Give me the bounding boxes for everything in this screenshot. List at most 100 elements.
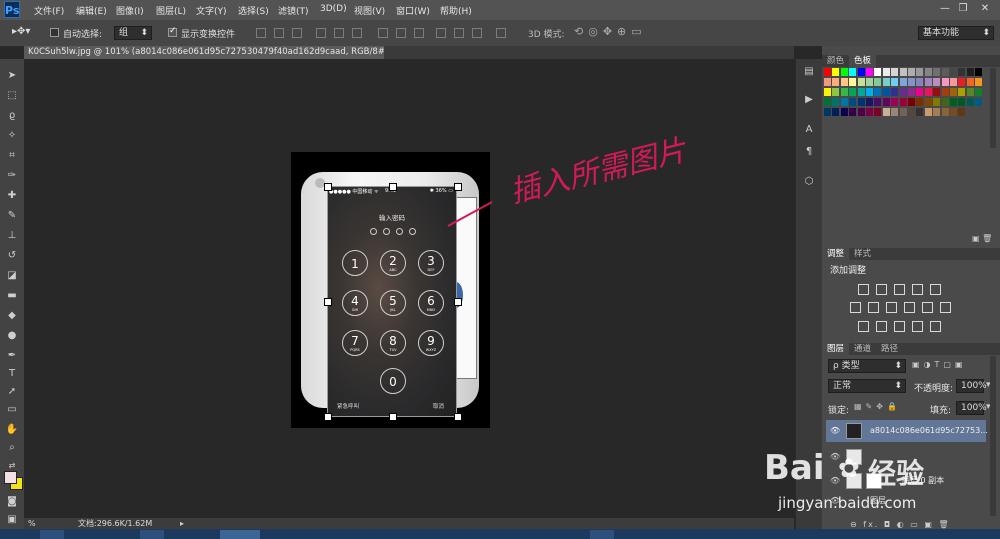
color-swatch[interactable] (924, 68, 932, 76)
color-swatch[interactable] (933, 108, 941, 116)
layer-row[interactable]: 👁 图层 0 副本 (826, 470, 986, 492)
opacity-input[interactable]: 100% (956, 379, 987, 393)
transform-handle-left[interactable] (324, 298, 332, 306)
color-swatch[interactable] (824, 88, 831, 96)
menu-type[interactable]: 文字(Y) (196, 4, 227, 17)
color-swatch[interactable] (941, 68, 949, 76)
color-swatch[interactable] (899, 88, 907, 96)
color-swatch[interactable] (849, 108, 857, 116)
color-swatch[interactable] (958, 78, 966, 86)
color-swatch[interactable] (941, 98, 949, 106)
exposure-adjust-icon[interactable] (912, 284, 923, 295)
color-swatch[interactable] (924, 88, 932, 96)
distribute-bottom-icon[interactable] (414, 28, 424, 38)
color-swatch[interactable] (899, 108, 907, 116)
color-swatch[interactable] (908, 98, 915, 106)
color-swatch[interactable] (908, 68, 915, 76)
color-swatch[interactable] (882, 78, 890, 86)
restore-icon[interactable]: ❐ (956, 2, 970, 16)
lasso-tool-icon[interactable]: ϱ (5, 109, 19, 123)
color-swatch[interactable] (975, 88, 983, 96)
color-swatch[interactable] (916, 98, 924, 106)
color-swatch[interactable] (882, 88, 890, 96)
color-swatch[interactable] (874, 98, 882, 106)
color-swatch[interactable] (891, 68, 899, 76)
status-menu-arrow-icon[interactable]: ▸ (180, 518, 184, 529)
layer-visibility-eye-icon[interactable]: 👁 (830, 420, 840, 442)
character-panel-icon[interactable]: A (802, 123, 816, 137)
levels-adjust-icon[interactable] (876, 284, 887, 295)
color-swatch[interactable] (832, 78, 840, 86)
layers-scrollbar[interactable] (990, 356, 996, 516)
menu-layer[interactable]: 图层(L) (156, 4, 186, 17)
minimize-icon[interactable]: — (938, 2, 952, 16)
dodge-tool-icon[interactable]: ● (5, 329, 19, 343)
color-swatch[interactable] (966, 78, 974, 86)
menu-edit[interactable]: 编辑(E) (76, 4, 107, 17)
tab-color[interactable]: 颜色 (822, 55, 849, 67)
transform-handle-tl[interactable] (324, 183, 332, 191)
foreground-color-swatch[interactable] (4, 471, 17, 484)
color-lookup-adjust-icon[interactable] (940, 302, 951, 313)
type-tool-icon[interactable]: T (5, 367, 19, 381)
menu-window[interactable]: 窗口(W) (396, 4, 430, 17)
posterize-adjust-icon[interactable] (876, 321, 887, 332)
color-swatch[interactable] (866, 78, 873, 86)
layer-filter-icons[interactable]: ▣◑T▢▣ (912, 360, 967, 369)
color-swatch[interactable] (933, 68, 941, 76)
transform-handle-bl[interactable] (324, 413, 332, 421)
quick-mask-icon[interactable]: ◙ (5, 495, 19, 509)
color-swatch[interactable] (924, 78, 932, 86)
distribute-left-icon[interactable] (436, 28, 446, 38)
color-swatch[interactable] (950, 108, 957, 116)
color-swatch[interactable] (891, 78, 899, 86)
color-swatch[interactable] (966, 88, 974, 96)
color-swatch[interactable] (899, 68, 907, 76)
color-swatch[interactable] (916, 68, 924, 76)
distribute-hcenter-icon[interactable] (454, 28, 464, 38)
auto-align-icon[interactable] (496, 28, 506, 38)
color-swatch[interactable] (874, 78, 882, 86)
document-tab[interactable]: K0CSuh5lw.jpg @ 101% (a8014c086e061d95c7… (24, 46, 384, 59)
transform-handle-bottom[interactable] (389, 413, 397, 421)
paragraph-panel-icon[interactable]: ¶ (802, 145, 816, 159)
color-swatch[interactable] (866, 88, 873, 96)
color-swatch[interactable] (908, 108, 915, 116)
path-select-tool-icon[interactable]: ➚ (5, 385, 19, 399)
color-swatch[interactable] (866, 68, 873, 76)
color-swatch[interactable] (958, 88, 966, 96)
color-swatch[interactable] (933, 88, 941, 96)
color-swatch[interactable] (966, 68, 974, 76)
color-swatch[interactable] (840, 78, 848, 86)
color-swatch[interactable] (916, 78, 924, 86)
healing-brush-tool-icon[interactable]: ✚ (5, 189, 19, 203)
color-swatch[interactable] (891, 98, 899, 106)
align-bottom-icon[interactable] (292, 28, 302, 38)
tab-paths[interactable]: 路径 (876, 343, 903, 355)
color-swatch[interactable] (857, 98, 865, 106)
menu-image[interactable]: 图像(I) (116, 4, 144, 17)
color-swatch[interactable] (866, 108, 873, 116)
layer-row-selected[interactable]: 👁 a8014c086e061d95c72753... (826, 420, 988, 442)
distribute-right-icon[interactable] (472, 28, 482, 38)
color-swatch[interactable] (840, 88, 848, 96)
actions-panel-icon[interactable]: ▶ (802, 93, 816, 107)
marquee-tool-icon[interactable]: ⬚ (5, 89, 19, 103)
color-swatch[interactable] (857, 108, 865, 116)
color-swatch[interactable] (916, 108, 924, 116)
color-swatch[interactable] (882, 98, 890, 106)
color-swatch[interactable] (882, 68, 890, 76)
quick-select-tool-icon[interactable]: ✧ (5, 129, 19, 143)
align-top-icon[interactable] (256, 28, 266, 38)
menu-file[interactable]: 文件(F) (34, 4, 64, 17)
layer-visibility-eye-icon[interactable]: 👁 (830, 470, 840, 492)
color-swatch[interactable] (950, 68, 957, 76)
auto-select-checkbox[interactable] (50, 28, 59, 37)
distribute-top-icon[interactable] (378, 28, 388, 38)
color-swatch[interactable] (899, 78, 907, 86)
align-vcenter-icon[interactable] (274, 28, 284, 38)
screen-mode-icon[interactable]: ▣ (5, 513, 19, 527)
swatches-footer-icons[interactable]: ▣ 🗑 (972, 234, 992, 243)
color-swatch[interactable] (874, 108, 882, 116)
pen-tool-icon[interactable]: ✒ (5, 349, 19, 363)
